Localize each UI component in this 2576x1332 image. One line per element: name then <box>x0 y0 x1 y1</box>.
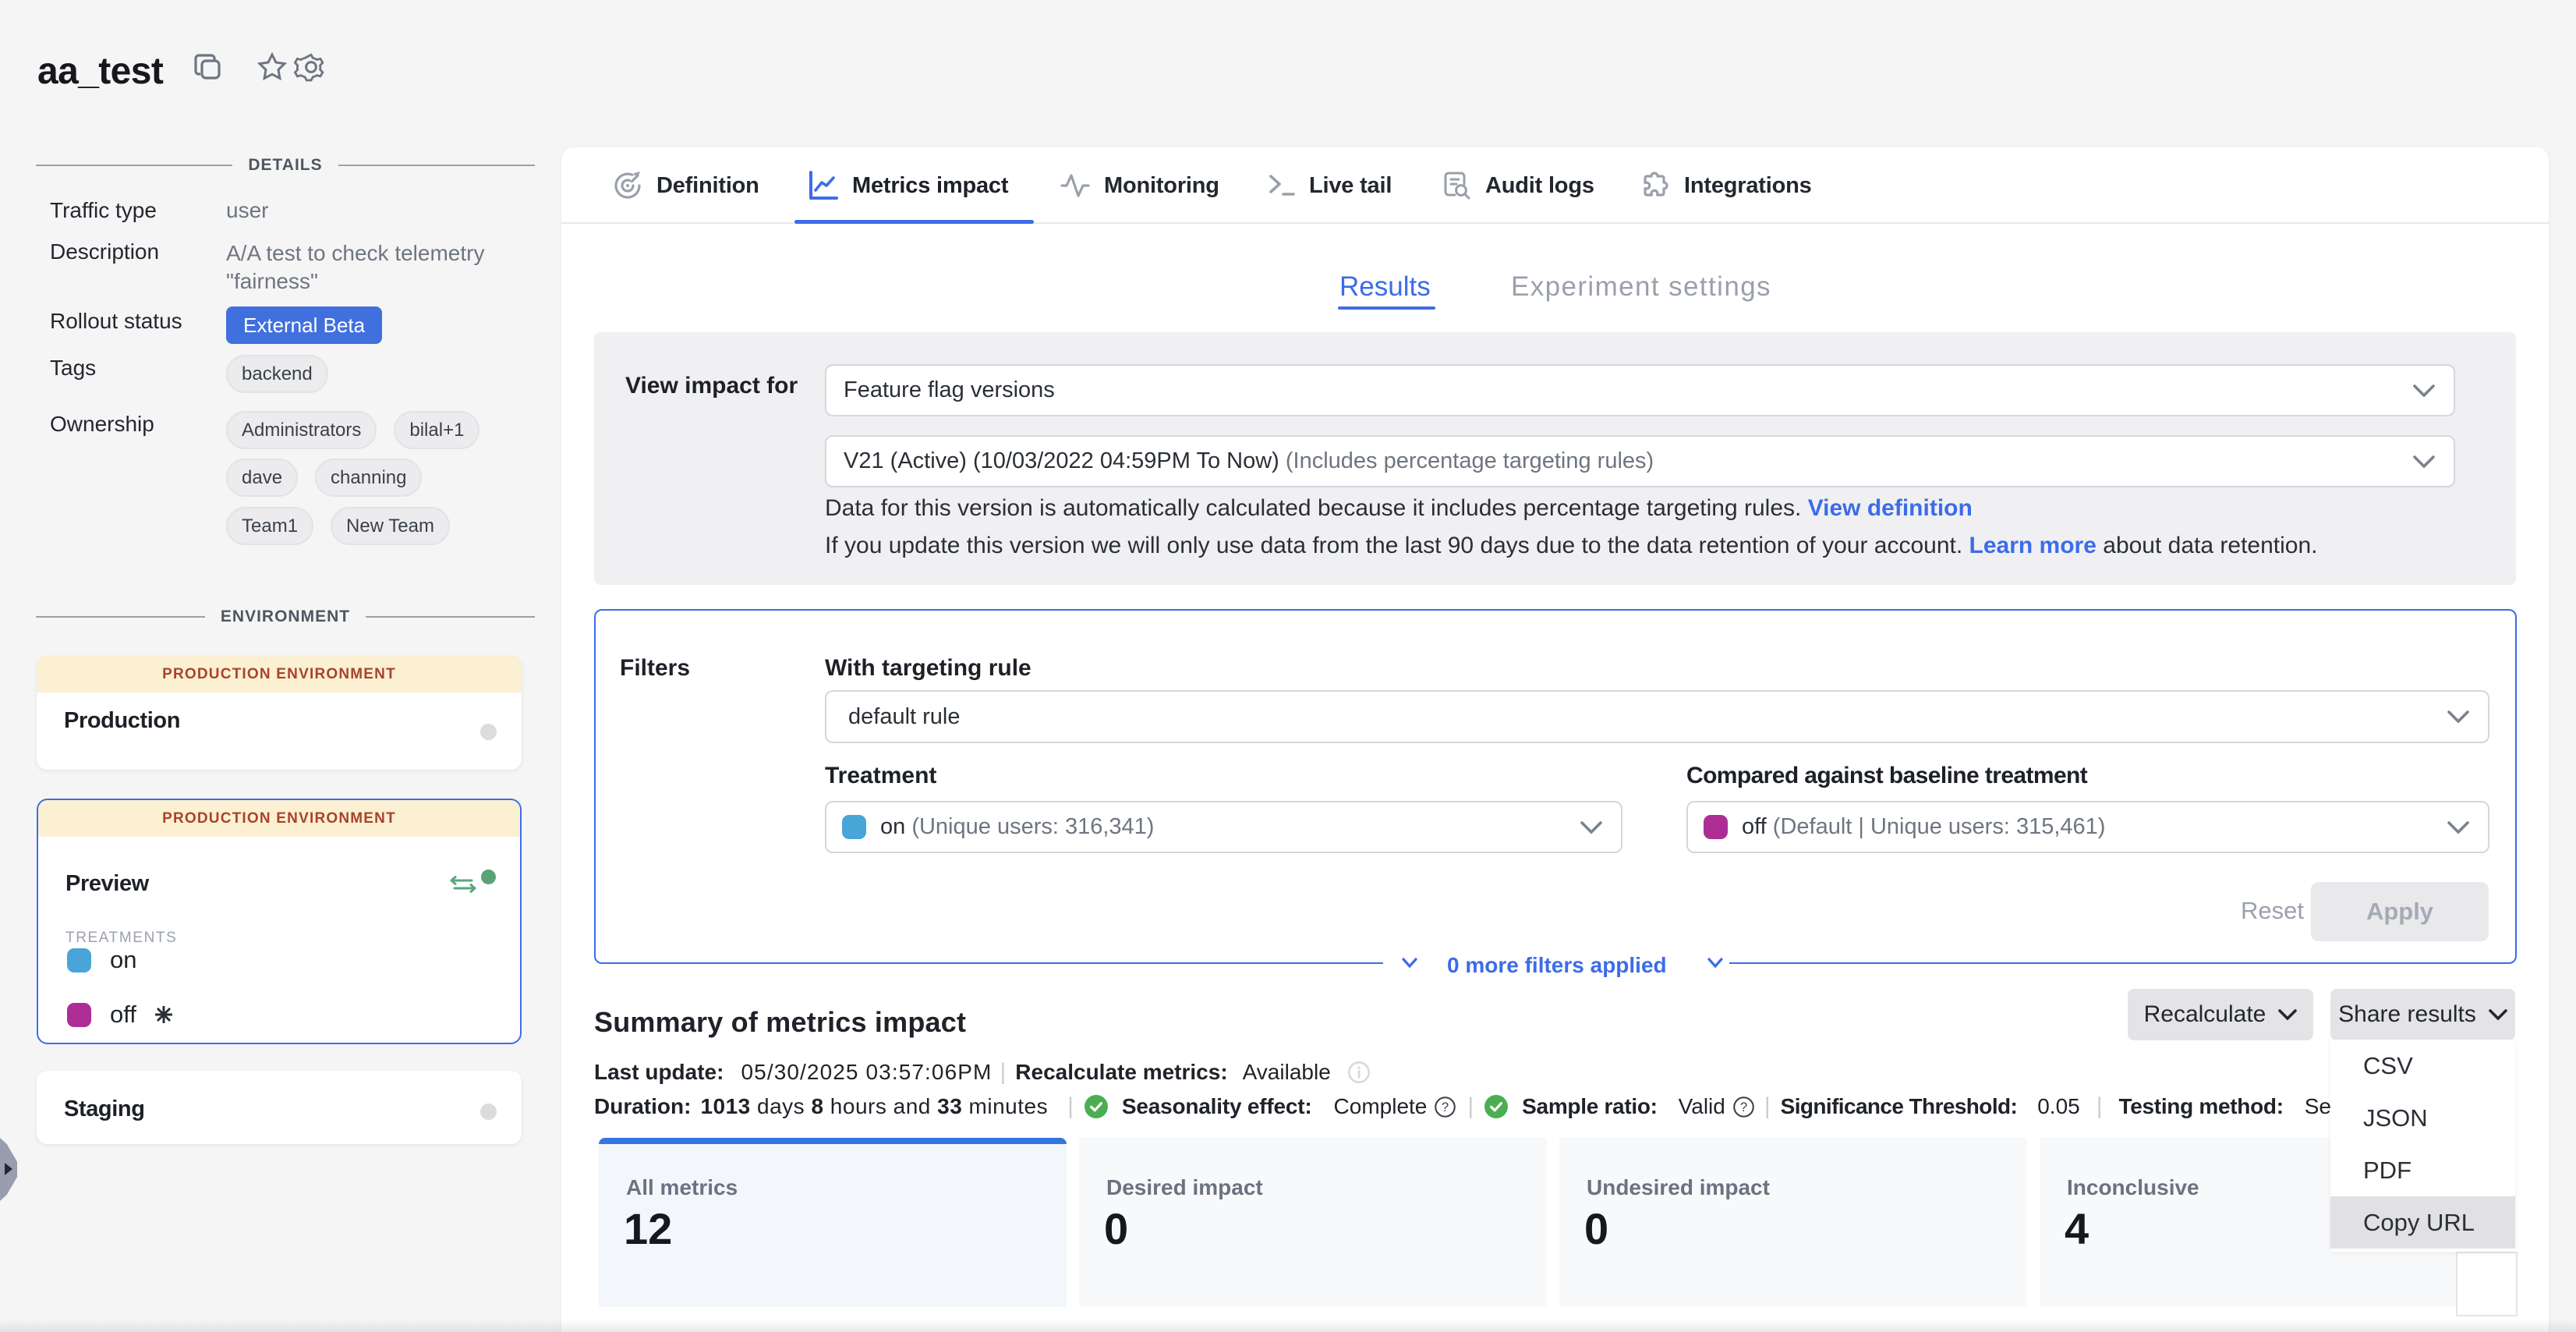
svg-text:?: ? <box>1740 1100 1747 1114</box>
svg-text:?: ? <box>1442 1100 1449 1114</box>
